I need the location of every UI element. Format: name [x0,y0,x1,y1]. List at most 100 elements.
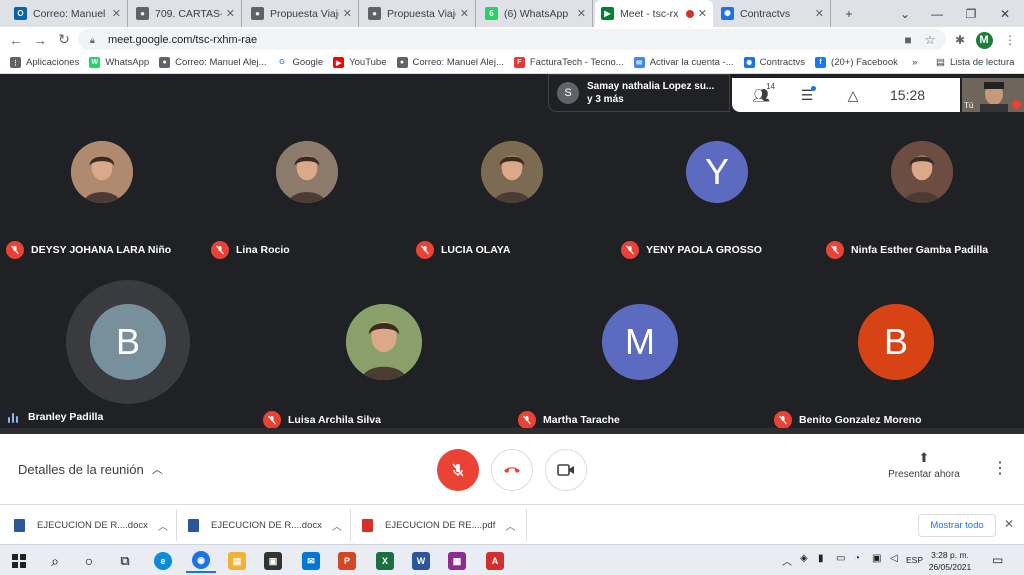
camera-toggle-button[interactable] [545,449,587,491]
display-icon[interactable]: ▣ [872,553,881,564]
tab-close-icon[interactable]: ✕ [343,7,352,20]
taskbar-explorer[interactable]: ▤ [222,549,252,573]
forward-icon[interactable]: → [28,28,52,52]
taskbar-mail[interactable]: ✉ [296,549,326,573]
search-icon[interactable]: ⌕ [40,549,70,573]
tray-chevron-icon[interactable]: ︿ [782,553,792,568]
download-item[interactable]: EJECUCION DE R....docx ︿ [14,513,168,537]
tab-close-icon[interactable]: ✕ [698,7,707,20]
system-clock[interactable]: 3:28 p. m. 26/05/2021 [924,549,976,573]
close-window-icon[interactable]: ✕ [988,0,1022,27]
back-icon[interactable]: ← [4,28,28,52]
chevron-up-icon[interactable]: ︿ [332,518,342,533]
minimize-icon[interactable]: — [920,0,954,27]
edge-icon[interactable]: e [148,549,178,573]
winrar-icon: ▦ [448,552,466,570]
tab-6[interactable]: ✺ Contractvs ✕ [715,0,831,27]
bookmark-9[interactable]: f (20+) Facebook [815,57,898,68]
participant-avatar[interactable] [481,141,543,203]
task-view-icon[interactable]: ⧉ [110,549,140,573]
notifications-icon[interactable]: ▭ [992,553,1003,567]
close-downloads-icon[interactable]: ✕ [1004,517,1014,531]
camera-icon[interactable]: ■ [898,30,918,50]
people-button[interactable]: 👥︎ 14 [744,78,778,112]
download-item[interactable]: EJECUCION DE R....docx ︿ [188,513,342,537]
star-icon[interactable]: ☆ [920,30,940,50]
bookmark-5[interactable]: ● Correo: Manuel Alej... [396,57,504,68]
taskbar-winrar[interactable]: ▦ [442,549,472,573]
cortana-icon[interactable]: ○ [74,549,104,573]
bookmark-2[interactable]: ● Correo: Manuel Alej... [159,57,267,68]
tab-search-icon[interactable]: ⌄ [888,0,922,27]
mic-muted-icon [826,241,844,259]
wifi-icon[interactable]: ◔ [854,553,860,564]
self-view[interactable]: Tú [962,78,1024,112]
join-notice[interactable]: S Samay nathalia Lopez su... y 3 más [548,74,730,112]
tab-4[interactable]: 6 (6) WhatsApp ✕ [479,0,593,27]
tab-close-icon[interactable]: ✕ [112,7,121,20]
address-bar[interactable]: 🔒︎ meet.google.com/tsc-rxhm-rae [78,29,946,50]
start-button[interactable] [4,549,34,573]
tab-close-icon[interactable]: ✕ [577,7,586,20]
participant-avatar[interactable]: B [858,304,934,380]
bookmark-8[interactable]: ✺ Contractvs [743,57,805,68]
more-options-icon[interactable]: ⋮ [992,458,1008,478]
bookmarks-more[interactable]: » [912,57,917,68]
chevron-up-icon[interactable]: ︿ [158,518,168,533]
participant-avatar[interactable]: Y [686,141,748,203]
participant-avatar[interactable] [346,304,422,380]
extensions-icon[interactable]: ✱ [950,30,970,50]
bookmark-label: Correo: Manuel Alej... [175,57,267,68]
mail-icon: ✉ [302,552,320,570]
show-all-downloads-button[interactable]: Mostrar todo [918,514,996,537]
tab-close-icon[interactable]: ✕ [815,7,824,20]
new-tab-icon[interactable]: + [832,0,866,27]
participant-avatar[interactable]: B [90,304,166,380]
participant-avatar[interactable]: M [602,304,678,380]
meeting-details-button[interactable]: Detalles de la reunión ︿ [18,461,163,477]
battery-icon[interactable]: ▭ [836,553,845,564]
tab-5[interactable]: ▶ Meet - tsc-rx ✕ [595,0,713,27]
leave-call-button[interactable] [491,449,533,491]
bookmark-7[interactable]: ✉ Activar la cuenta -... [633,57,734,68]
taskbar-chrome[interactable]: ◉ [186,549,216,573]
chevron-up-icon[interactable]: ︿ [505,518,515,533]
reload-icon[interactable]: ↻ [52,28,76,52]
reading-list-icon: ▤ [936,57,945,68]
volume-icon[interactable]: ◁ [890,553,898,564]
participant-avatar[interactable] [891,141,953,203]
tab-close-icon[interactable]: ✕ [460,7,469,20]
taskbar-store[interactable]: ▣ [258,549,288,573]
profile-avatar[interactable]: M [975,31,993,49]
browser-window: O Correo: Manuel A ✕ ● 709. CARTAS-14.p ✕ ● Pro… [0,0,1024,575]
tab-close-icon[interactable]: ✕ [226,7,235,20]
taskbar-word[interactable]: W [406,549,436,573]
tab-1[interactable]: ● 709. CARTAS-14.p ✕ [130,0,242,27]
bookmark-0[interactable]: ⋮ Aplicaciones [10,57,79,68]
bookmark-3[interactable]: G Google [276,57,323,68]
taskbar-powerpoint[interactable]: P [332,549,362,573]
activities-button[interactable]: △ [836,78,870,112]
chat-button[interactable]: ☰ [790,78,824,112]
tab-3[interactable]: ● Propuesta Viajes ✕ [362,0,476,27]
bookmark-1[interactable]: W WhatsApp [89,57,149,68]
download-item[interactable]: EJECUCION DE RE....pdf ︿ [362,513,515,537]
bookmark-4[interactable]: ▶ YouTube [333,57,387,68]
menu-icon[interactable]: ⋮ [1000,30,1020,50]
present-now-button[interactable]: ⬆︎ Presentar ahora [880,450,968,480]
taskbar-excel[interactable]: X [370,549,400,573]
tab-0[interactable]: O Correo: Manuel A ✕ [8,0,128,27]
mic-muted-icon [6,241,24,259]
mic-toggle-button[interactable] [437,449,479,491]
tab-2[interactable]: ● Propuesta Viajes ✕ [245,0,359,27]
network-icon[interactable]: ◈ [800,553,808,564]
keyboard-language[interactable]: ESP [906,555,923,565]
participant-avatar[interactable] [276,141,338,203]
restore-icon[interactable]: ❐ [954,0,988,27]
tray-mic-icon[interactable]: ▮ [818,553,824,564]
participant-avatar[interactable] [71,141,133,203]
bookmark-icon: G [276,57,288,68]
bookmark-6[interactable]: F FacturaTech - Tecno... [513,57,624,68]
taskbar-acrobat[interactable]: A [480,549,510,573]
reading-list[interactable]: ▤ Lista de lectura [936,57,1014,68]
